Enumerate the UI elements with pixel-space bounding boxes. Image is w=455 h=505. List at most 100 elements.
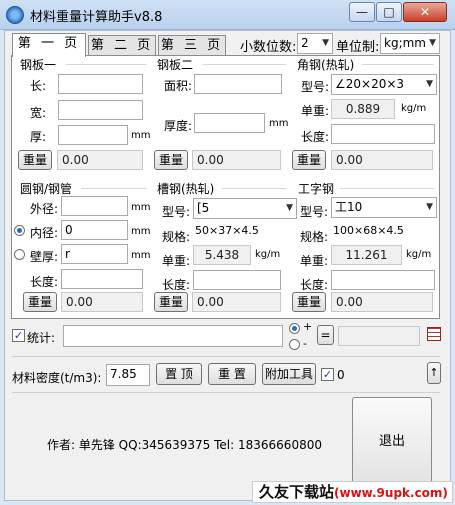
plate1-length-input[interactable] xyxy=(58,74,143,94)
angle-weight-button[interactable]: 重量 xyxy=(292,150,326,170)
ibeam-length-input[interactable] xyxy=(331,270,435,290)
tube-wall-input[interactable]: r xyxy=(61,244,128,264)
ibeam-title: 工字钢 xyxy=(298,182,335,196)
plate2-area-input[interactable] xyxy=(194,74,282,94)
plate1-title: 钢板一 xyxy=(20,58,57,72)
unit-label: 单位制: xyxy=(336,40,380,55)
tab-page-3[interactable]: 第 三 页 xyxy=(158,35,226,56)
scroll-up-button[interactable]: ↑ xyxy=(427,362,441,384)
ibeam-unit-weight: 11.261 xyxy=(331,245,402,265)
ibeam-weight-button[interactable]: 重量 xyxy=(292,292,326,312)
tube-weight-button[interactable]: 重量 xyxy=(23,292,57,312)
channel-kgm-unit: kg/m xyxy=(255,249,281,260)
watermark-url: (www.9upk.com) xyxy=(334,486,448,500)
tube-id-label: 内径: xyxy=(29,226,58,240)
plate1-weight-button[interactable]: 重量 xyxy=(18,150,52,170)
ibeam-spec-value: 100×68×4.5 xyxy=(333,224,404,237)
tube-wall-radio[interactable] xyxy=(14,249,25,260)
angle-type-select[interactable]: ∠20×20×3 ▼ xyxy=(331,74,437,95)
stats-result xyxy=(338,326,420,346)
tube-length-label: 长度: xyxy=(29,275,58,289)
stats-label: 统计: xyxy=(27,331,56,345)
plate1-mm-unit: mm xyxy=(131,130,151,141)
divider xyxy=(222,188,286,189)
plate2-weight-button[interactable]: 重量 xyxy=(154,150,188,170)
decimal-select[interactable]: 2 ▼ xyxy=(297,33,333,54)
plate1-width-input[interactable] xyxy=(58,100,143,120)
plate2-thickness-label: 厚度: xyxy=(163,119,192,133)
tube-length-input[interactable] xyxy=(61,269,143,289)
tube-title: 圆钢/钢管 xyxy=(20,182,73,196)
angle-length-label: 长度: xyxy=(300,130,329,144)
channel-type-label: 型号: xyxy=(161,205,190,219)
tube-id-input[interactable]: 0 xyxy=(61,220,128,240)
ibeam-spec-label: 规格: xyxy=(299,230,328,244)
tab-page-1[interactable]: 第 一 页 xyxy=(12,33,86,57)
maximize-button[interactable]: □ xyxy=(376,2,402,22)
extra-checkbox-label: 0 xyxy=(337,368,345,382)
decimal-label: 小数位数: xyxy=(240,40,297,55)
top-button[interactable]: 置 顶 xyxy=(156,363,202,385)
calculator-icon[interactable] xyxy=(427,327,441,341)
minus-radio[interactable] xyxy=(289,339,300,350)
density-input[interactable]: 7.85 xyxy=(106,364,150,386)
chevron-down-icon: ▼ xyxy=(426,202,433,212)
tab-page-2[interactable]: 第 二 页 xyxy=(88,35,156,56)
exit-button[interactable]: 退出 xyxy=(352,397,432,487)
extra-tools-button[interactable]: 附加工具 xyxy=(262,363,316,385)
plate2-area-label: 面积: xyxy=(163,79,192,93)
unit-value: kg;mm xyxy=(384,36,426,50)
channel-type-select[interactable]: [5 ▼ xyxy=(193,198,297,219)
divider xyxy=(12,356,440,357)
channel-spec-label: 规格: xyxy=(161,230,190,244)
equals-button[interactable]: = xyxy=(317,325,334,345)
angle-result: 0.00 xyxy=(331,150,433,170)
ibeam-type-value: 工10 xyxy=(335,200,363,214)
chevron-down-icon: ▼ xyxy=(322,38,329,48)
minus-label: - xyxy=(303,337,307,350)
tube-wall-label: 壁厚: xyxy=(29,250,58,264)
tube-wall-mm: mm xyxy=(131,250,151,261)
plate2-title: 钢板二 xyxy=(157,58,194,72)
watermark-text: 久友下载站 xyxy=(259,483,335,501)
plate1-thickness-input[interactable] xyxy=(58,125,128,145)
stats-checkbox[interactable]: ✓ xyxy=(12,329,25,342)
plus-label: + xyxy=(303,320,313,333)
author-info: 作者: 单先锋 QQ:345639375 Tel: 18366660800 xyxy=(47,438,322,452)
close-button[interactable]: ✕ xyxy=(403,2,447,22)
channel-type-value: [5 xyxy=(197,201,210,215)
ibeam-type-select[interactable]: 工10 ▼ xyxy=(331,197,437,218)
stats-input[interactable] xyxy=(63,325,283,347)
window-title: 材料重量计算助手v8.8 xyxy=(30,10,163,25)
unit-select[interactable]: kg;mm ▼ xyxy=(380,33,440,54)
channel-length-input[interactable] xyxy=(193,270,281,290)
channel-unit-label: 单重: xyxy=(161,254,190,268)
angle-length-input[interactable] xyxy=(331,124,435,144)
divider xyxy=(340,188,434,189)
channel-weight-button[interactable]: 重量 xyxy=(154,292,188,312)
tube-od-mm: mm xyxy=(131,202,151,213)
plate1-width-label: 宽: xyxy=(29,106,46,120)
plate1-thickness-label: 厚: xyxy=(29,130,46,144)
plate2-thickness-input[interactable] xyxy=(194,113,265,133)
tube-inner-radio[interactable] xyxy=(14,225,25,236)
ibeam-unit-label: 单重: xyxy=(299,254,328,268)
plate2-mm-unit: mm xyxy=(269,118,289,129)
angle-title: 角钢(热轧) xyxy=(297,58,355,72)
ibeam-type-label: 型号: xyxy=(299,205,328,219)
chevron-down-icon: ▼ xyxy=(426,79,433,89)
channel-title: 槽钢(热轧) xyxy=(157,182,215,196)
plus-radio[interactable] xyxy=(289,323,300,334)
extra-checkbox[interactable]: ✓ xyxy=(321,368,334,381)
channel-unit-weight: 5.438 xyxy=(193,245,251,265)
angle-unit-weight: 0.889 xyxy=(331,99,395,119)
angle-kgm-unit: kg/m xyxy=(401,103,427,114)
reset-button[interactable]: 重 置 xyxy=(208,363,256,385)
ibeam-kgm-unit: kg/m xyxy=(406,249,432,260)
ibeam-length-label: 长度: xyxy=(299,278,328,292)
tube-id-mm: mm xyxy=(131,226,151,237)
minimize-button[interactable]: — xyxy=(349,2,375,22)
watermark: 久友下载站(www.9upk.com) xyxy=(252,481,453,503)
divider xyxy=(81,188,147,189)
tube-od-input[interactable] xyxy=(61,196,128,216)
